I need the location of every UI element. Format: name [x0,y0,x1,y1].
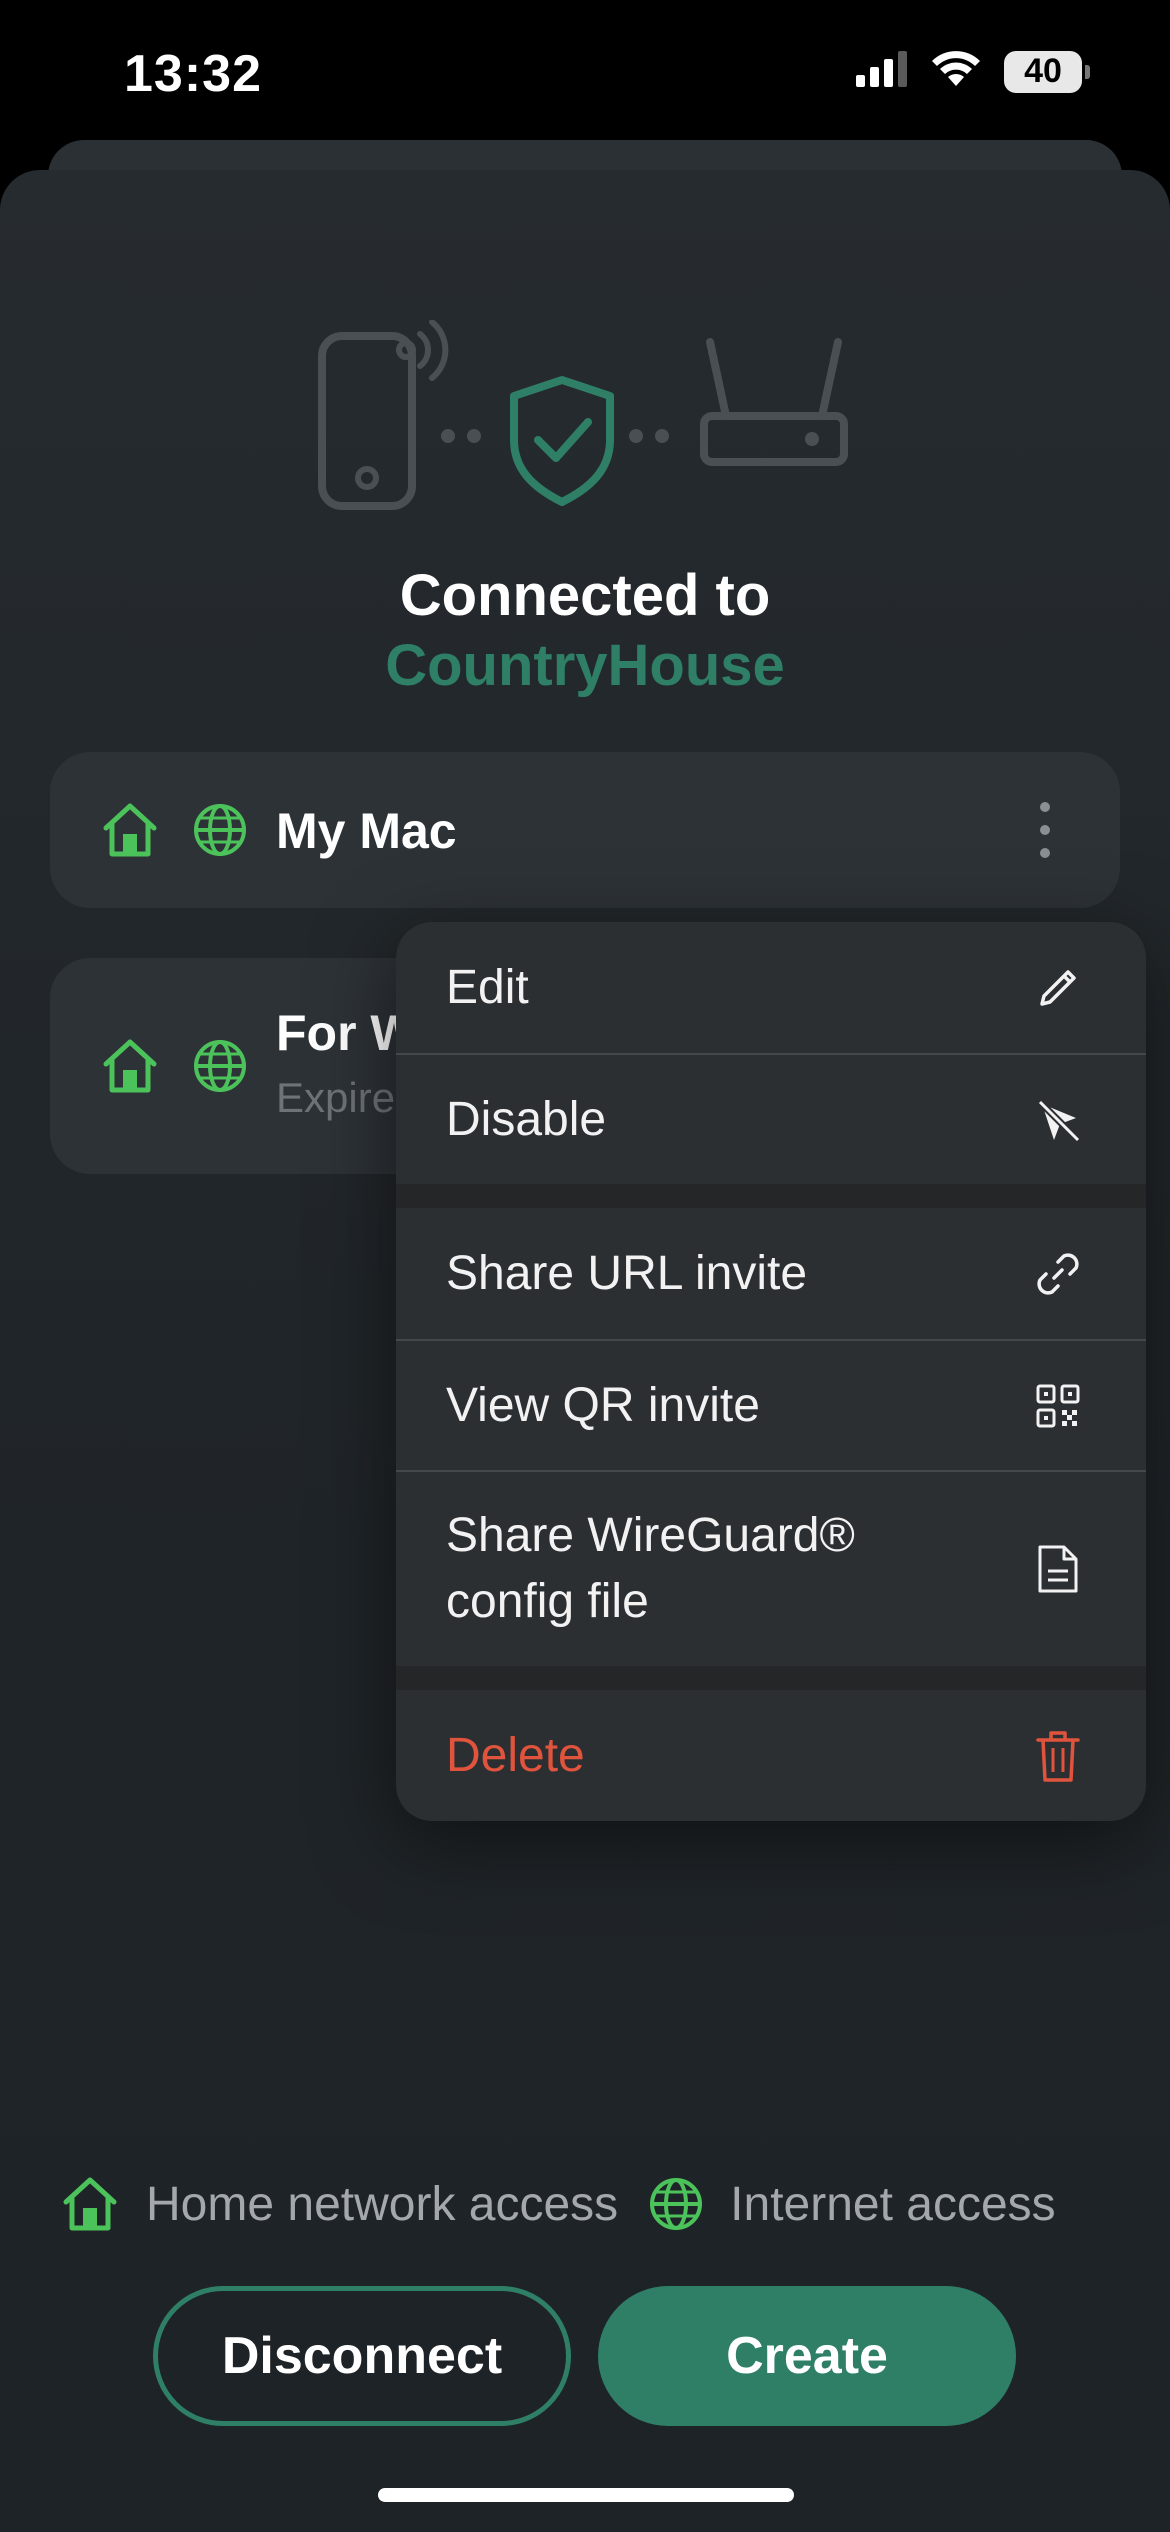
wifi-icon [930,50,982,93]
status-time: 13:32 [124,45,262,103]
home-indicator[interactable] [378,2488,794,2502]
phone-shield-router-icon [318,319,848,510]
connected-label: Connected to [399,563,771,628]
create-button[interactable]: Create [598,2286,1016,2426]
context-menu: Edit Disable Share URL invite View QR in… [396,922,1146,1821]
legend-home-label: Home network access [146,2177,619,2231]
qr-icon [1030,1378,1086,1434]
status-icons: 40 [856,50,1090,93]
menu-item-label: Share WireGuard® config file [446,1509,855,1628]
menu-item-disable[interactable]: Disable [396,1053,1146,1184]
more-options-button[interactable] [1030,798,1060,862]
network-name: CountryHouse [385,633,785,698]
signal-icon [856,51,908,92]
battery-icon: 40 [1004,50,1090,93]
menu-item-view-qr-invite[interactable]: View QR invite [396,1339,1146,1470]
device-card[interactable]: My Mac [50,752,1120,908]
menu-item-edit[interactable]: Edit [396,922,1146,1053]
trash-icon [1030,1728,1086,1784]
device-name: My Mac [276,803,457,859]
menu-item-share-url-invite[interactable]: Share URL invite [396,1208,1146,1339]
legend-internet-label: Internet access [730,2177,1056,2231]
menu-item-label: Share URL invite [446,1246,808,1300]
link-icon [1030,1246,1086,1302]
menu-item-delete[interactable]: Delete [396,1690,1146,1821]
menu-item-share-wireguard-config[interactable]: Share WireGuard® config file [396,1470,1146,1666]
connection-illustration [310,319,860,520]
pencil-icon [1030,960,1086,1016]
menu-item-label: View QR invite [446,1378,760,1432]
home-icon [100,802,160,863]
device-expiry: Expire [276,1074,396,1121]
home-icon [100,1038,160,1099]
document-icon [1030,1541,1086,1597]
access-legend: Home network access Internet access [60,2176,1120,2232]
menu-item-label: Edit [446,960,529,1014]
disconnect-button[interactable]: Disconnect [153,2286,571,2426]
menu-item-label: Delete [446,1728,585,1782]
menu-separator [396,1666,1146,1690]
status-bar: 13:32 40 [0,0,1170,150]
menu-separator [396,1184,1146,1208]
battery-level: 40 [1004,50,1082,93]
home-icon [60,2176,120,2232]
globe-icon [648,2176,704,2232]
globe-icon [192,1038,248,1099]
globe-icon [192,802,248,863]
disable-icon [1030,1092,1086,1148]
menu-item-label: Disable [446,1092,607,1146]
